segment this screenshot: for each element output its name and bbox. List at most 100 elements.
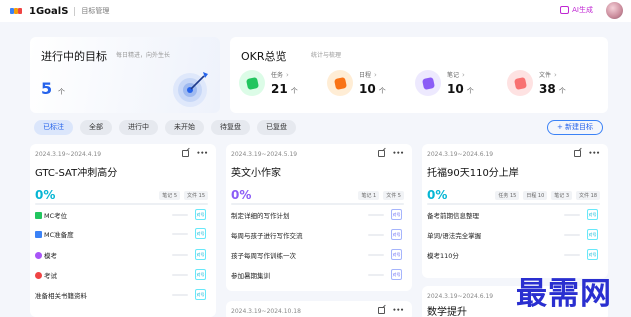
stat-unit: 个 [466,87,474,95]
edit-icon[interactable] [574,150,582,157]
schedule-icon [327,70,353,96]
book-icon [35,211,42,219]
meta-schedule: 日程 10 [523,191,548,200]
task-checkbox[interactable]: 对号 [391,249,402,260]
task-item[interactable]: 孩子每周写作训练一次 对号 [231,248,404,262]
task-item[interactable]: 模考110分 对号 [427,248,600,262]
goal-title: 英文小作家 [231,168,281,179]
task-checkbox[interactable]: 对号 [195,249,206,260]
goal-card[interactable]: 2024.3.19~2024.4.19 ••• GTC-SAT冲刺高分 0% 笔… [30,144,216,317]
notes-icon [415,70,441,96]
app-name: 1GoalS [29,5,69,17]
task-progress [172,233,188,235]
task-progress [368,254,384,256]
goals-count: 5 [41,79,53,98]
ai-generate-label: AI生成 [572,6,593,14]
task-checkbox[interactable]: 对号 [195,289,206,300]
tasks-icon [239,70,265,96]
stat-value: 38 [539,82,556,96]
task-checkbox[interactable]: 对号 [391,209,402,220]
edit-icon[interactable] [378,150,386,157]
task-name: 单词/语法完全掌握 [427,232,482,240]
task-item[interactable]: 每周与孩子进行写作交流 对号 [231,228,404,242]
goal-date: 2024.3.19~2024.5.19 [231,151,298,158]
task-progress [172,214,188,216]
exam-icon [35,271,42,279]
more-icon[interactable]: ••• [196,150,208,157]
task-progress [564,214,580,216]
stat-unit: 个 [290,87,298,95]
stat-notes[interactable]: 笔记 › 10 个 [415,70,474,96]
meta-notes: 笔记 5 [159,191,181,200]
task-checkbox[interactable]: 对号 [391,229,402,240]
target-icon [173,72,208,107]
task-checkbox[interactable]: 对号 [587,209,598,220]
goal-card[interactable]: 2024.3.19~2024.6.19 ••• 托福90天110分上岸 0% 任… [422,144,608,278]
goal-date: 2024.3.19~2024.6.19 [427,151,494,158]
ai-generate-button[interactable]: AI生成 [560,5,593,15]
stat-label: 日程 [359,72,372,79]
task-name: 模考110分 [427,252,459,260]
task-item[interactable]: 备考前期信息整理 对号 [427,208,600,222]
task-item[interactable]: 考试 对号 [35,268,208,282]
task-checkbox[interactable]: 对号 [195,269,206,280]
meta-notes: 笔记 3 [551,191,573,200]
task-item[interactable]: 单词/语法完全掌握 对号 [427,228,600,242]
top-bar: 1GoalS 目标管理 AI生成 [0,0,631,22]
task-item[interactable]: 制定详细的写作计划 对号 [231,208,404,222]
meta-tasks: 任务 15 [495,191,520,200]
filter-not-started[interactable]: 未开始 [165,120,204,135]
task-checkbox[interactable]: 对号 [195,228,206,239]
chevron-right-icon: › [462,70,465,79]
task-checkbox[interactable]: 对号 [587,249,598,260]
files-icon [507,70,533,96]
task-name: MC准备度 [44,231,74,239]
more-icon[interactable]: ••• [588,150,600,157]
more-icon[interactable]: ••• [392,307,404,314]
task-name: 准备相关书籍资料 [35,292,87,300]
okr-overview-card: OKR总览 统计与梳理 任务 › 21 个 日程 › 10 个 笔记 › 10 个 文件 › … [230,37,608,113]
goal-progress-bar [427,203,600,205]
filter-starred[interactable]: 已标注 [34,120,73,135]
filter-in-progress[interactable]: 进行中 [119,120,158,135]
goals-in-progress-card: 进行中的目标 每日精进，向外生长 5 个 [30,37,220,113]
pen-icon [35,251,42,259]
stat-label: 文件 [539,72,552,79]
task-progress [172,254,188,256]
task-name: 孩子每周写作训练一次 [231,252,296,260]
goal-card[interactable]: 2024.3.19~2024.10.18 ••• [226,301,412,317]
stat-value: 10 [447,82,464,96]
task-item[interactable]: MC准备度 对号 [35,227,208,241]
stat-unit: 个 [558,87,566,95]
goal-progress: 0% [427,188,448,202]
breadcrumb[interactable]: 目标管理 [81,6,109,16]
goal-date: 2024.3.19~2024.6.19 [427,293,494,300]
avatar[interactable] [606,2,623,19]
stat-schedule[interactable]: 日程 › 10 个 [327,70,386,96]
task-item[interactable]: 参加暑期集训 对号 [231,268,404,282]
task-item[interactable]: 准备相关书籍资料 对号 [35,288,208,302]
ai-chat-icon [560,6,570,14]
stat-value: 10 [359,82,376,96]
stat-files[interactable]: 文件 › 38 个 [507,70,566,96]
stat-tasks[interactable]: 任务 › 21 个 [239,70,298,96]
goals-title: 进行中的目标 [41,50,107,63]
more-icon[interactable]: ••• [392,150,404,157]
task-checkbox[interactable]: 对号 [195,209,206,220]
edit-icon[interactable] [182,150,190,157]
task-item[interactable]: 模考 对号 [35,248,208,262]
filter-all[interactable]: 全部 [80,120,112,135]
edit-icon[interactable] [378,307,386,314]
goal-progress: 0% [231,188,252,202]
filter-pending-review[interactable]: 待复盘 [211,120,250,135]
task-checkbox[interactable]: 对号 [587,229,598,240]
filter-reviewed[interactable]: 已复盘 [257,120,296,135]
meta-files: 文件 18 [576,191,600,200]
task-checkbox[interactable]: 对号 [391,269,402,280]
task-name: 模考 [44,252,57,260]
task-item[interactable]: MC考位 对号 [35,208,208,222]
goal-card[interactable]: 2024.3.19~2024.5.19 ••• 英文小作家 0% 笔记 1 文件… [226,144,412,291]
divider [74,6,76,16]
goals-subtitle: 每日精进，向外生长 [116,52,171,59]
new-goal-button[interactable]: + 新建目标 [547,120,603,135]
